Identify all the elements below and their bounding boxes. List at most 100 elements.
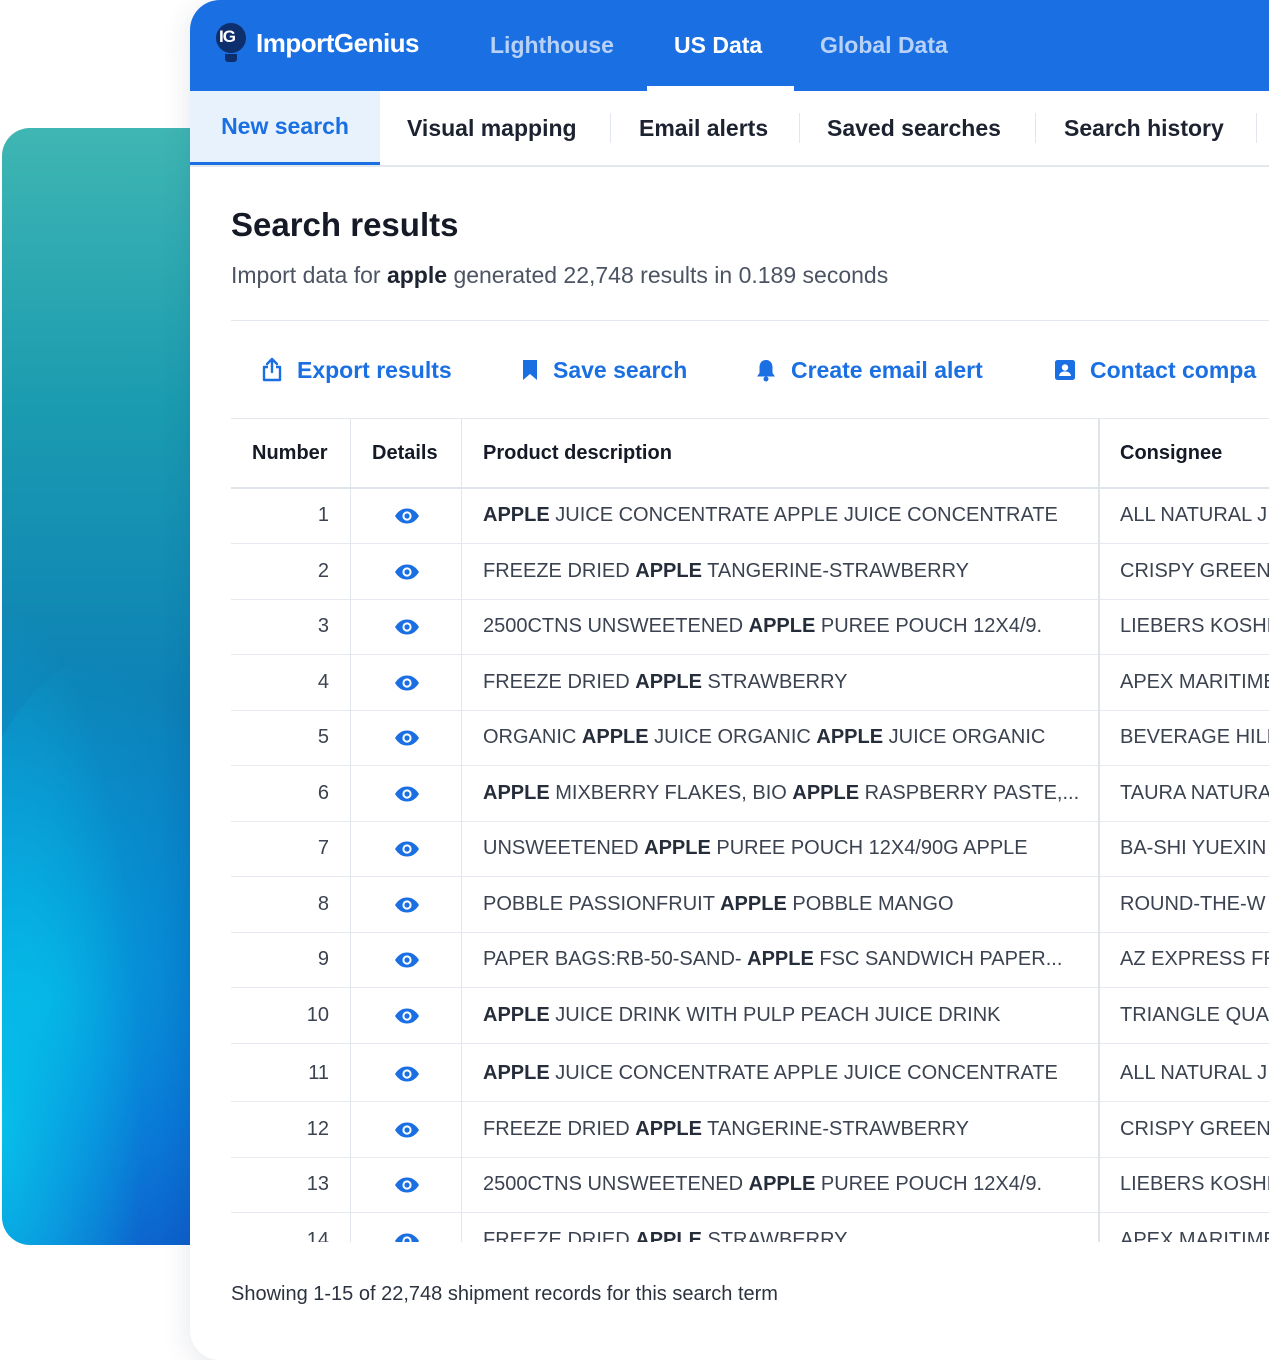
product-description: ORGANIC APPLE JUICE ORGANIC APPLE JUICE … bbox=[483, 726, 1046, 748]
consignee[interactable]: AZ EXPRESS FR bbox=[1120, 932, 1269, 987]
consignee[interactable]: TRIANGLE QUA bbox=[1120, 988, 1269, 1043]
view-details-eye-icon[interactable] bbox=[351, 599, 462, 654]
view-details-eye-icon[interactable] bbox=[351, 932, 462, 987]
table-row: 6 APPLE MIXBERRY FLAKES, BIO APPLE RASPBE… bbox=[231, 766, 1269, 822]
table-row: 9 PAPER BAGS:RB-50-SAND- APPLE FSC SANDWI… bbox=[231, 932, 1269, 988]
row-number: 13 bbox=[306, 1173, 329, 1195]
product-description: APPLE JUICE DRINK WITH PULP PEACH JUICE … bbox=[483, 1004, 1001, 1026]
view-details-eye-icon[interactable] bbox=[351, 655, 462, 710]
row-number: 10 bbox=[306, 1004, 329, 1026]
product-description: APPLE JUICE CONCENTRATE APPLE JUICE CONC… bbox=[483, 1062, 1058, 1084]
consignee[interactable]: BEVERAGE HILL bbox=[1120, 710, 1269, 765]
view-details-eye-icon[interactable] bbox=[351, 710, 462, 765]
view-details-eye-icon[interactable] bbox=[351, 821, 462, 876]
row-number: 11 bbox=[308, 1062, 329, 1084]
row-number: 4 bbox=[317, 671, 329, 693]
product-description: PAPER BAGS:RB-50-SAND- APPLE FSC SANDWIC… bbox=[483, 948, 1063, 970]
consignee[interactable]: CRISPY GREEN bbox=[1120, 544, 1269, 599]
view-details-eye-icon[interactable] bbox=[351, 988, 462, 1043]
view-details-eye-icon[interactable] bbox=[351, 1102, 462, 1157]
product-description: FREEZE DRIED APPLE STRAWBERRY bbox=[483, 671, 848, 693]
consignee[interactable]: ALL NATURAL J bbox=[1120, 488, 1269, 543]
create-email-alert-button[interactable]: Create email alert bbox=[755, 345, 983, 395]
product-description: UNSWEETENED APPLE PUREE POUCH 12X4/90G A… bbox=[483, 837, 1028, 859]
row-number: 6 bbox=[317, 782, 329, 804]
results-summary: Import data for apple generated 22,748 r… bbox=[231, 262, 889, 288]
product-description: APPLE JUICE CONCENTRATE APPLE JUICE CONC… bbox=[483, 504, 1058, 526]
tab-visual-mapping[interactable]: Visual mapping bbox=[407, 91, 577, 165]
contact-company-button[interactable]: Contact compa bbox=[1054, 345, 1256, 395]
view-details-eye-icon[interactable] bbox=[351, 1213, 462, 1242]
tab-divider bbox=[1256, 113, 1257, 143]
brand-name: ImportGenius bbox=[256, 27, 420, 58]
product-description: 2500CTNS UNSWEETENED APPLE PUREE POUCH 1… bbox=[483, 1173, 1043, 1195]
column-header-consignee[interactable]: Consignee bbox=[1120, 419, 1222, 487]
column-divider bbox=[1098, 419, 1100, 1242]
tab-search-history[interactable]: Search history bbox=[1064, 91, 1224, 165]
tab-new-search[interactable]: New search bbox=[190, 91, 380, 165]
product-description: FREEZE DRIED APPLE STRAWBERRY bbox=[483, 1229, 848, 1242]
table-row: 13 2500CTNS UNSWEETENED APPLE PUREE POUCH… bbox=[231, 1157, 1269, 1213]
save-search-button[interactable]: Save search bbox=[521, 345, 687, 395]
consignee[interactable]: ALL NATURAL J bbox=[1120, 1046, 1269, 1101]
consignee[interactable]: TAURA NATURA bbox=[1120, 766, 1269, 821]
product-description: 2500CTNS UNSWEETENED APPLE PUREE POUCH 1… bbox=[483, 615, 1043, 637]
view-details-eye-icon[interactable] bbox=[351, 766, 462, 821]
table-row: 3 2500CTNS UNSWEETENED APPLE PUREE POUCH … bbox=[231, 599, 1269, 655]
column-header-number[interactable]: Number bbox=[252, 419, 328, 487]
consignee[interactable]: APEX MARITIME bbox=[1120, 655, 1269, 710]
contact-card-icon bbox=[1055, 360, 1075, 380]
product-description: POBBLE PASSIONFRUIT APPLE POBBLE MANGO bbox=[483, 893, 954, 915]
logo[interactable]: IG ImportGenius bbox=[216, 23, 420, 63]
row-number: 8 bbox=[317, 893, 329, 915]
row-number: 5 bbox=[317, 726, 329, 748]
export-icon bbox=[262, 357, 282, 382]
tab-divider bbox=[610, 113, 611, 143]
table-row: 12 FREEZE DRIED APPLE TANGERINE-STRAWBERR… bbox=[231, 1102, 1269, 1158]
consignee[interactable]: APEX MARITIME bbox=[1120, 1213, 1269, 1242]
table-row: 14 FREEZE DRIED APPLE STRAWBERRY APEX MARI… bbox=[231, 1213, 1269, 1242]
tab-saved-searches[interactable]: Saved searches bbox=[827, 91, 1001, 165]
consignee[interactable]: LIEBERS KOSHE bbox=[1120, 1157, 1269, 1212]
view-details-eye-icon[interactable] bbox=[351, 1046, 462, 1101]
column-header-details[interactable]: Details bbox=[372, 419, 438, 487]
pagination-summary: Showing 1-15 of 22,748 shipment records … bbox=[231, 1283, 778, 1305]
row-number: 9 bbox=[317, 948, 329, 970]
column-divider bbox=[350, 419, 351, 1242]
page-title: Search results bbox=[231, 206, 459, 243]
tab-email-alerts[interactable]: Email alerts bbox=[639, 91, 768, 165]
topnav-us-data[interactable]: US Data bbox=[674, 0, 762, 91]
consignee[interactable]: BA-SHI YUEXIN bbox=[1120, 821, 1269, 876]
consignee[interactable]: ROUND-THE-W bbox=[1120, 877, 1269, 932]
table-row: 4 FREEZE DRIED APPLE STRAWBERRY APEX MARIT… bbox=[231, 655, 1269, 711]
view-details-eye-icon[interactable] bbox=[351, 877, 462, 932]
row-number: 3 bbox=[317, 615, 329, 637]
consignee[interactable]: LIEBERS KOSHE bbox=[1120, 599, 1269, 654]
table-row: 7 UNSWEETENED APPLE PUREE POUCH 12X4/90G … bbox=[231, 821, 1269, 877]
lightbulb-logo-icon: IG bbox=[216, 23, 246, 63]
app-window: IG ImportGenius Lighthouse US Data Globa… bbox=[190, 0, 1269, 1360]
row-number: 14 bbox=[306, 1229, 329, 1242]
results-table: Number Details Product description Consi… bbox=[231, 419, 1269, 1242]
tab-divider bbox=[799, 113, 800, 143]
table-header: Number Details Product description Consi… bbox=[231, 419, 1269, 489]
product-description: FREEZE DRIED APPLE TANGERINE-STRAWBERRY bbox=[483, 560, 970, 582]
column-header-product-description[interactable]: Product description bbox=[483, 419, 672, 487]
tab-divider bbox=[1035, 113, 1036, 143]
view-details-eye-icon[interactable] bbox=[351, 544, 462, 599]
top-navbar: IG ImportGenius Lighthouse US Data Globa… bbox=[190, 0, 1269, 91]
product-description: FREEZE DRIED APPLE TANGERINE-STRAWBERRY bbox=[483, 1118, 970, 1140]
row-number: 12 bbox=[306, 1118, 329, 1140]
view-details-eye-icon[interactable] bbox=[351, 1157, 462, 1212]
view-details-eye-icon[interactable] bbox=[351, 488, 462, 543]
consignee[interactable]: CRISPY GREEN bbox=[1120, 1102, 1269, 1157]
product-description: APPLE MIXBERRY FLAKES, BIO APPLE RASPBER… bbox=[483, 782, 1080, 804]
table-row: 8 POBBLE PASSIONFRUIT APPLE POBBLE MANGO R… bbox=[231, 877, 1269, 933]
row-number: 1 bbox=[317, 504, 329, 526]
row-number: 7 bbox=[317, 837, 329, 859]
topnav-lighthouse[interactable]: Lighthouse bbox=[490, 0, 614, 91]
topnav-global-data[interactable]: Global Data bbox=[820, 0, 948, 91]
export-results-button[interactable]: Export results bbox=[261, 345, 452, 395]
table-row: 10 APPLE JUICE DRINK WITH PULP PEACH JUIC… bbox=[231, 988, 1269, 1044]
row-number: 2 bbox=[317, 560, 329, 582]
